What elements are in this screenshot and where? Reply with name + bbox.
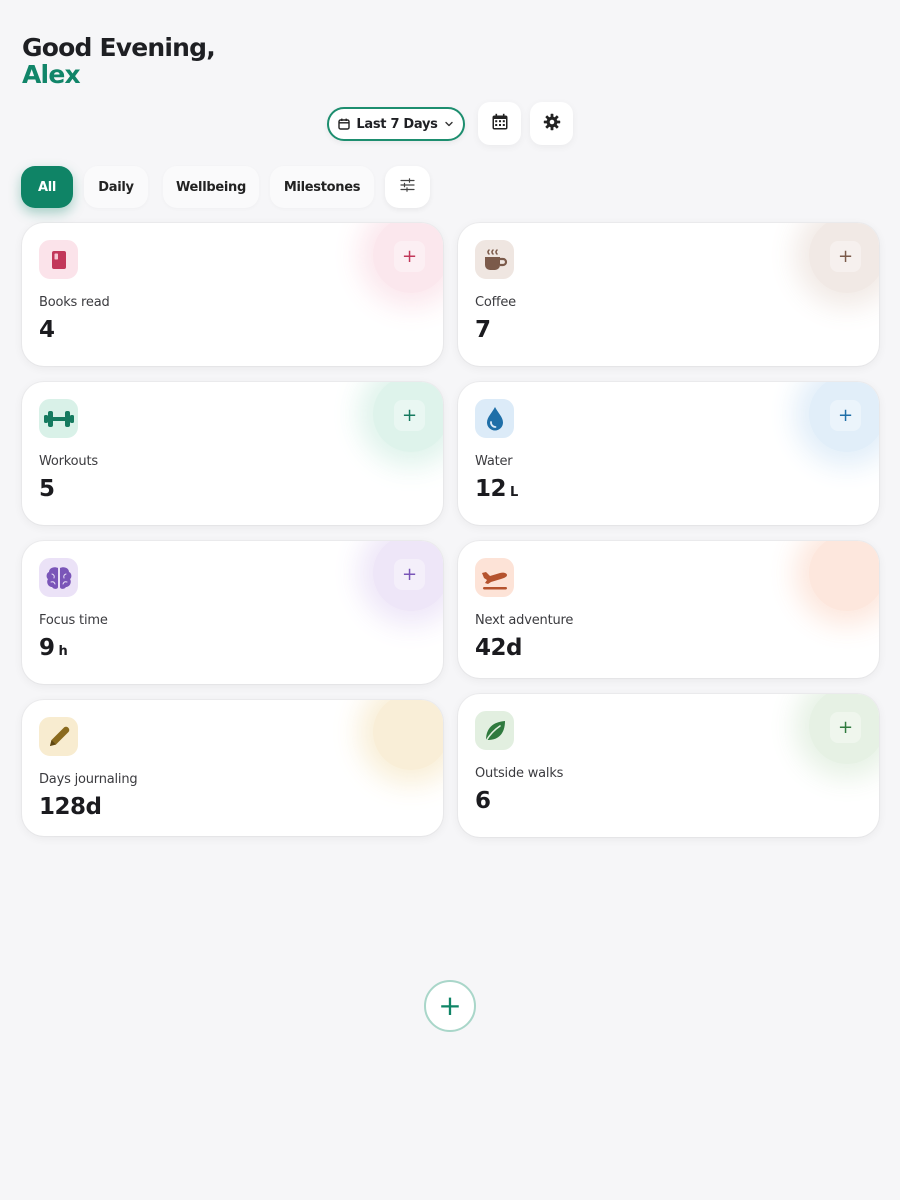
settings-button[interactable]: [530, 102, 573, 145]
calendar-button[interactable]: [478, 102, 521, 145]
card-value: 5: [39, 476, 59, 502]
tracker-card-workouts[interactable]: + Workouts 5: [22, 382, 443, 525]
add-entry-button[interactable]: +: [830, 712, 861, 743]
card-label: Next adventure: [475, 613, 574, 628]
tracker-card-water[interactable]: + Water 12 L: [458, 382, 879, 525]
card-label: Books read: [39, 295, 110, 310]
card-value: 128d: [39, 794, 105, 820]
card-value: 42d: [475, 635, 526, 661]
gear-icon: [543, 113, 561, 135]
tracker-card-focus-time[interactable]: + Focus time 9h: [22, 541, 443, 684]
value-unit: L: [510, 485, 518, 500]
toolbar: Last 7 Days: [0, 102, 900, 146]
card-glow: [373, 700, 443, 770]
brain-icon: [39, 558, 78, 597]
add-entry-button[interactable]: +: [394, 559, 425, 590]
filter-chip-label: Wellbeing: [175, 179, 247, 195]
calendar-small-icon: [338, 118, 351, 130]
value-number: 42d: [475, 635, 522, 661]
card-label: Coffee: [475, 295, 516, 310]
card-value: 6: [475, 788, 495, 814]
card-label: Water: [475, 454, 513, 469]
pencil-icon: [39, 717, 78, 756]
value-number: 12: [475, 476, 507, 502]
value-number: 9: [39, 635, 55, 661]
add-entry-button[interactable]: +: [830, 400, 861, 431]
value-unit: h: [58, 644, 68, 659]
card-value: 4: [39, 317, 59, 343]
card-value: 12 L: [475, 476, 518, 502]
water-drop-icon: [475, 399, 514, 438]
card-value: 7: [475, 317, 495, 343]
date-range-dropdown[interactable]: Last 7 Days: [327, 107, 465, 141]
value-number: 6: [475, 788, 491, 814]
filter-chip-all[interactable]: All: [21, 166, 73, 208]
greeting: Good Evening, Alex: [22, 33, 216, 89]
coffee-cup-icon: [475, 240, 514, 279]
tracker-card-coffee[interactable]: + Coffee 7: [458, 223, 879, 366]
tracker-card-books-read[interactable]: + Books read 4: [22, 223, 443, 366]
airplane-icon: [475, 558, 514, 597]
greeting-text: Good Evening,: [22, 33, 216, 62]
value-number: 7: [475, 317, 491, 343]
card-label: Workouts: [39, 454, 98, 469]
tracker-card-outside-walks[interactable]: + Outside walks 6: [458, 694, 879, 837]
calendar-grid-icon: [491, 113, 509, 135]
add-entry-button[interactable]: +: [830, 241, 861, 272]
book-icon: [39, 240, 78, 279]
filter-chip-wellbeing[interactable]: Wellbeing: [163, 166, 259, 208]
leaf-icon: [475, 711, 514, 750]
card-label: Outside walks: [475, 766, 564, 781]
value-number: 5: [39, 476, 55, 502]
filter-chip-label: All: [37, 179, 57, 195]
date-range-label: Last 7 Days: [356, 116, 438, 132]
card-label: Days journaling: [39, 772, 138, 787]
add-tracker-button[interactable]: +: [424, 980, 476, 1032]
sliders-icon: [400, 178, 415, 196]
tracker-card-days-journaling[interactable]: Days journaling 128d: [22, 700, 443, 836]
card-glow: [809, 541, 879, 611]
user-name: Alex: [22, 60, 81, 89]
chevron-down-icon: [444, 119, 454, 129]
value-number: 128d: [39, 794, 102, 820]
filter-chip-milestones[interactable]: Milestones: [270, 166, 374, 208]
add-entry-button[interactable]: +: [394, 241, 425, 272]
filter-chip-daily[interactable]: Daily: [84, 166, 148, 208]
filter-chip-label: Milestones: [283, 179, 361, 195]
value-number: 4: [39, 317, 55, 343]
card-value: 9h: [39, 635, 68, 661]
add-entry-button[interactable]: +: [394, 400, 425, 431]
filter-options-button[interactable]: [385, 166, 430, 208]
filter-chip-label: Daily: [98, 179, 134, 195]
tracker-card-next-adventure[interactable]: Next adventure 42d: [458, 541, 879, 678]
card-label: Focus time: [39, 613, 108, 628]
dumbbell-icon: [39, 399, 78, 438]
